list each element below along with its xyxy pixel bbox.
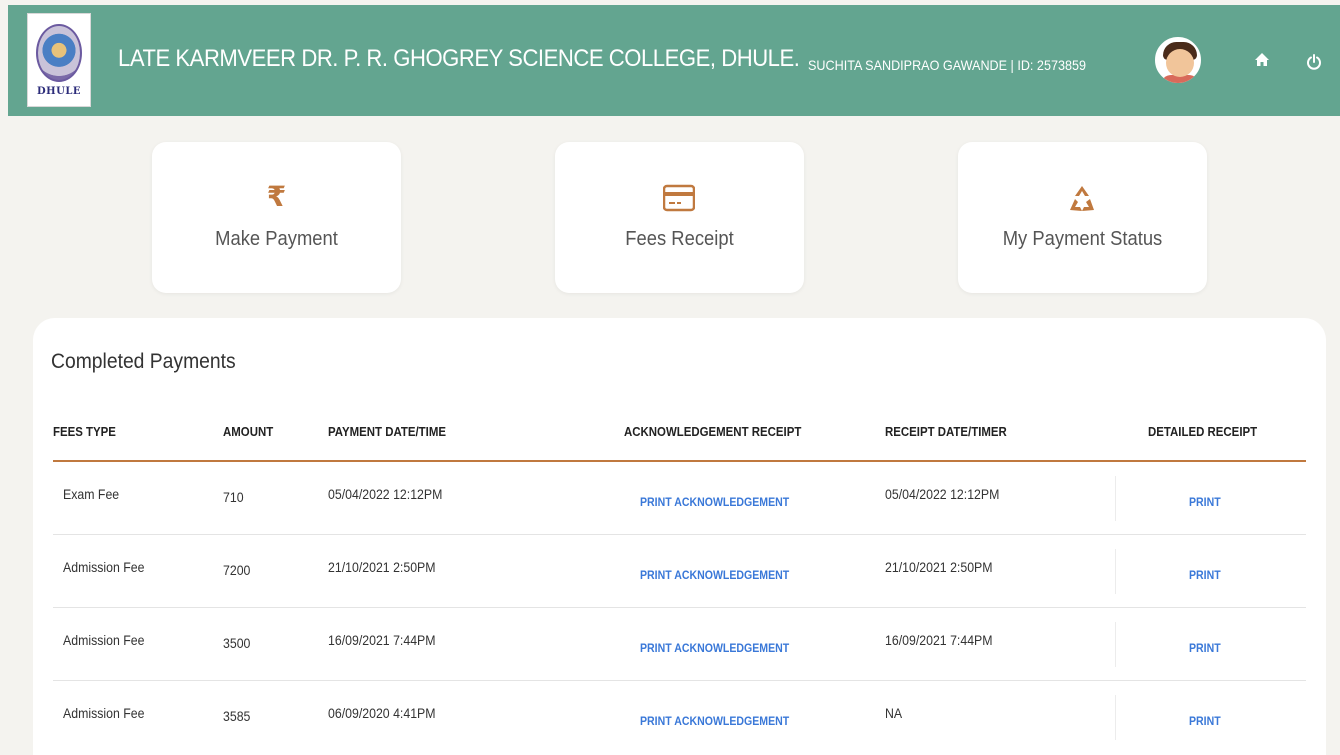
- amount-cell: 710: [223, 489, 244, 505]
- print-detailed-receipt-link[interactable]: PRINT: [1189, 495, 1221, 509]
- payment-status-card[interactable]: My Payment Status: [958, 142, 1207, 293]
- amount-cell: 3500: [223, 635, 251, 651]
- fees-type-cell: Exam Fee: [63, 486, 120, 502]
- receipt-datetime-cell: 16/09/2021 7:44PM: [885, 632, 993, 648]
- table-row: Admission Fee 3585 06/09/2020 4:41PM PRI…: [53, 681, 1306, 754]
- top-header: DHULE LATE KARMVEER DR. P. R. GHOGREY SC…: [8, 5, 1340, 116]
- power-icon[interactable]: [1302, 52, 1326, 76]
- payment-datetime-cell: 21/10/2021 2:50PM: [328, 559, 436, 575]
- column-header-ack-receipt: ACKNOWLEDGEMENT RECEIPT: [624, 424, 802, 439]
- receipt-datetime-cell: NA: [885, 705, 903, 721]
- logo-text: DHULE: [37, 85, 81, 97]
- completed-payments-panel: Completed Payments FEES TYPE AMOUNT PAYM…: [33, 318, 1326, 755]
- print-detailed-receipt-link[interactable]: PRINT: [1189, 714, 1221, 728]
- payment-datetime-cell: 06/09/2020 4:41PM: [328, 705, 436, 721]
- table-row: Admission Fee 7200 21/10/2021 2:50PM PRI…: [53, 535, 1306, 608]
- panel-title: Completed Payments: [51, 350, 236, 373]
- recycle-icon: [1070, 186, 1094, 211]
- column-header-detailed-receipt: DETAILED RECEIPT: [1148, 424, 1258, 439]
- make-payment-label: Make Payment: [215, 228, 338, 250]
- column-header-fees-type: FEES TYPE: [53, 424, 116, 439]
- credit-card-icon: [663, 184, 695, 212]
- fees-type-cell: Admission Fee: [63, 705, 145, 721]
- receipt-datetime-cell: 21/10/2021 2:50PM: [885, 559, 993, 575]
- table-row: Admission Fee 3500 16/09/2021 7:44PM PRI…: [53, 608, 1306, 681]
- print-detailed-receipt-link[interactable]: PRINT: [1189, 641, 1221, 655]
- fees-type-cell: Admission Fee: [63, 559, 145, 575]
- table-row: Exam Fee 710 05/04/2022 12:12PM PRINT AC…: [53, 462, 1306, 535]
- home-icon[interactable]: [1250, 52, 1274, 76]
- payment-status-label: My Payment Status: [1002, 228, 1163, 250]
- make-payment-card[interactable]: ₹ Make Payment: [152, 142, 401, 293]
- amount-cell: 7200: [223, 562, 251, 578]
- payment-datetime-cell: 05/04/2022 12:12PM: [328, 486, 443, 502]
- print-acknowledgement-link[interactable]: PRINT ACKNOWLEDGEMENT: [640, 568, 789, 582]
- fees-receipt-label: Fees Receipt: [625, 228, 734, 250]
- column-header-payment-datetime: PAYMENT DATE/TIME: [328, 424, 447, 439]
- column-header-amount: AMOUNT: [223, 424, 274, 439]
- college-logo: DHULE: [27, 13, 91, 107]
- payment-datetime-cell: 16/09/2021 7:44PM: [328, 632, 436, 648]
- print-acknowledgement-link[interactable]: PRINT ACKNOWLEDGEMENT: [640, 714, 789, 728]
- print-detailed-receipt-link[interactable]: PRINT: [1189, 568, 1221, 582]
- receipt-datetime-cell: 05/04/2022 12:12PM: [885, 486, 1000, 502]
- fees-type-cell: Admission Fee: [63, 632, 145, 648]
- fees-receipt-card[interactable]: Fees Receipt: [555, 142, 804, 293]
- print-acknowledgement-link[interactable]: PRINT ACKNOWLEDGEMENT: [640, 495, 789, 509]
- rupee-icon: ₹: [266, 181, 287, 212]
- college-title: LATE KARMVEER DR. P. R. GHOGREY SCIENCE …: [118, 45, 800, 72]
- column-header-receipt-datetime: RECEIPT DATE/TIMER: [885, 424, 1007, 439]
- amount-cell: 3585: [223, 708, 251, 724]
- print-acknowledgement-link[interactable]: PRINT ACKNOWLEDGEMENT: [640, 641, 789, 655]
- college-crest-icon: [36, 23, 82, 82]
- user-info: SUCHITA SANDIPRAO GAWANDE | ID: 2573859: [808, 57, 1086, 73]
- avatar[interactable]: [1153, 35, 1203, 85]
